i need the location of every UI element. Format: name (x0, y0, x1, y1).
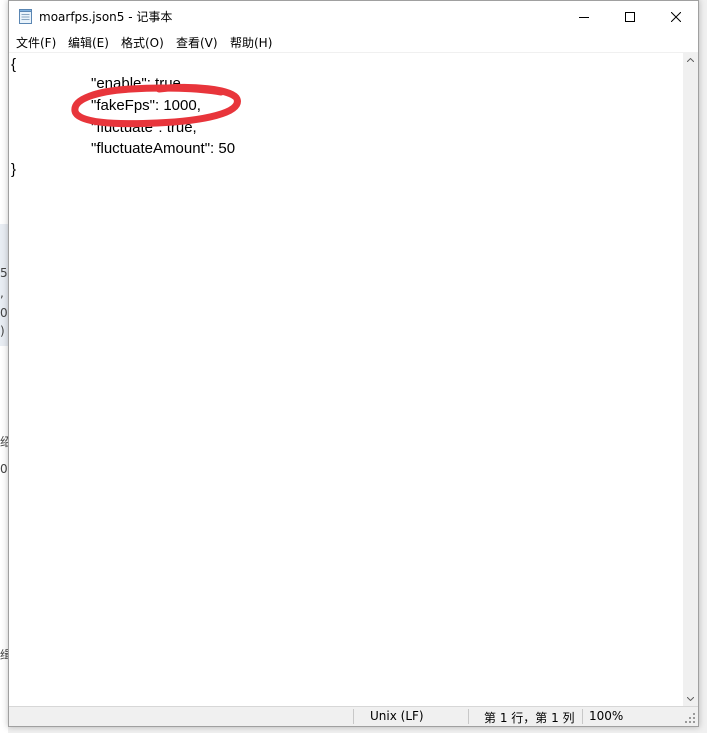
background-fragment: , (0, 286, 4, 300)
status-line-ending: Unix (LF) (370, 709, 424, 723)
menu-bar: 文件(F) 编辑(E) 格式(O) 查看(V) 帮助(H) (9, 32, 698, 52)
code-line: "enable": true, (91, 75, 186, 92)
code-line: "fluctuate": true, (91, 119, 197, 136)
vertical-scrollbar[interactable] (683, 52, 698, 706)
text-editor[interactable]: { "enable": true, "fakeFps": 1000, "fluc… (9, 52, 683, 706)
menu-format[interactable]: 格式(O) (120, 34, 165, 51)
background-fragment: ) (0, 324, 5, 338)
status-separator (582, 709, 583, 724)
status-separator (468, 709, 469, 724)
minimize-button[interactable] (561, 1, 607, 32)
code-line: { (11, 56, 17, 73)
background-window: 5 , 0 ) 绍 0 缉 (0, 0, 8, 733)
menu-help[interactable]: 帮助(H) (229, 34, 273, 51)
menu-view[interactable]: 查看(V) (175, 34, 219, 51)
scroll-down-button[interactable] (683, 691, 698, 706)
code-line: } (11, 161, 17, 178)
menu-edit[interactable]: 编辑(E) (67, 34, 110, 51)
status-separator (353, 709, 354, 724)
close-icon (671, 11, 681, 22)
background-fragment: 绍 (0, 435, 8, 449)
minimize-icon (579, 16, 589, 18)
status-zoom: 100% (589, 709, 624, 723)
chevron-down-icon (687, 696, 694, 701)
menu-file[interactable]: 文件(F) (15, 34, 57, 51)
notepad-window: moarfps.json5 - 记事本 文件(F) 编辑(E) 格式(O) 查看… (8, 0, 699, 727)
background-fragment: 0 (0, 306, 8, 320)
maximize-button[interactable] (607, 1, 653, 32)
status-cursor-position: 第 1 行，第 1 列 (484, 711, 575, 725)
scroll-up-button[interactable] (683, 52, 698, 67)
close-button[interactable] (653, 1, 699, 32)
background-fragment: 5 (0, 266, 8, 280)
code-line: "fakeFps": 1000, (91, 97, 201, 114)
resize-grip-icon[interactable] (685, 713, 696, 724)
status-bar: Unix (LF) 第 1 行，第 1 列 100% (9, 706, 698, 726)
title-bar[interactable]: moarfps.json5 - 记事本 (9, 1, 698, 32)
code-line: "fluctuateAmount": 50 (91, 140, 236, 157)
window-title: moarfps.json5 - 记事本 (39, 10, 173, 24)
maximize-icon (625, 11, 635, 22)
background-fragment: 0 (0, 462, 8, 476)
notepad-icon (19, 9, 32, 24)
chevron-up-icon (687, 57, 694, 62)
background-fragment: 缉 (0, 648, 8, 662)
